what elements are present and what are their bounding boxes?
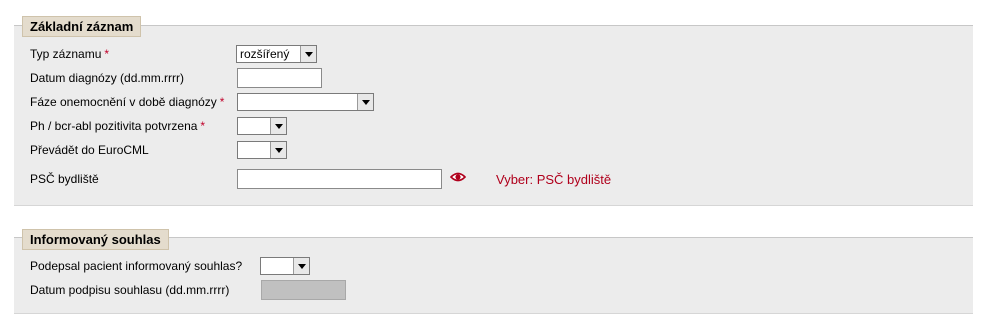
required-marker: * (200, 119, 206, 133)
diagnosis-date-label: Datum diagnózy (dd.mm.rrrr) (30, 71, 185, 85)
record-type-value: rozšířený (240, 47, 290, 61)
informed-consent-legend: Informovaný souhlas (22, 229, 169, 250)
disease-phase-label: Fáze onemocnění v době diagnózy * (30, 95, 225, 109)
required-marker: * (104, 47, 110, 61)
transfer-eurocml-label: Převádět do EuroCML (30, 143, 149, 157)
ph-bcr-abl-select[interactable] (237, 117, 287, 135)
consent-signed-label: Podepsal pacient informovaný souhlas? (30, 259, 243, 273)
transfer-eurocml-select[interactable] (237, 141, 287, 159)
chevron-down-icon[interactable] (293, 258, 309, 274)
eye-icon[interactable] (450, 171, 466, 183)
disease-phase-select[interactable] (237, 93, 374, 111)
basic-record-section: Základní záznam Typ záznamu * rozšířený D… (14, 16, 973, 206)
chevron-down-icon[interactable] (270, 118, 286, 134)
ph-bcr-abl-label: Ph / bcr-abl pozitivita potvrzena * (30, 119, 206, 133)
postcode-label: PSČ bydliště (30, 172, 99, 186)
signature-date-input (261, 280, 346, 300)
consent-signed-select[interactable] (260, 257, 310, 275)
basic-record-legend: Základní záznam (22, 16, 142, 37)
record-type-select[interactable]: rozšířený (236, 45, 317, 63)
diagnosis-date-input[interactable] (237, 68, 322, 88)
required-marker: * (219, 95, 225, 109)
informed-consent-section: Informovaný souhlas Podepsal pacient inf… (14, 229, 973, 314)
postcode-picker-link[interactable]: Vyber: PSČ bydliště (496, 170, 611, 190)
record-type-label: Typ záznamu * (30, 47, 110, 61)
chevron-down-icon[interactable] (300, 46, 316, 62)
postcode-input[interactable] (237, 169, 442, 189)
signature-date-label: Datum podpisu souhlasu (dd.mm.rrrr) (30, 283, 230, 297)
chevron-down-icon[interactable] (270, 142, 286, 158)
chevron-down-icon[interactable] (357, 94, 373, 110)
